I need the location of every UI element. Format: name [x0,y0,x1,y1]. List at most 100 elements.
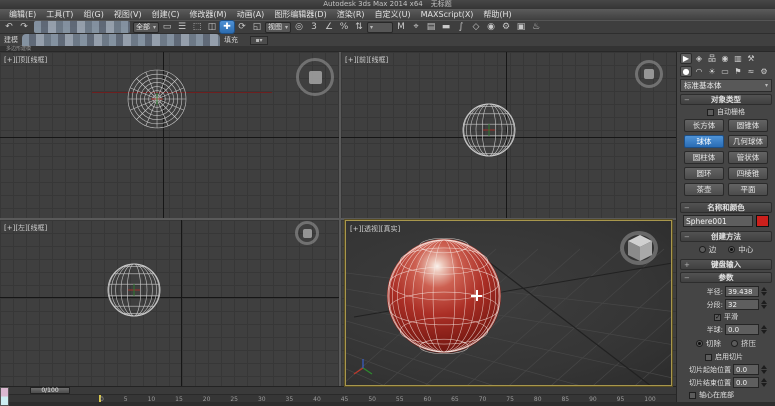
select-object-icon[interactable]: ▭ [160,21,174,33]
motion-tab[interactable]: ◉ [719,53,731,64]
menu-item[interactable]: 图形编辑器(D) [269,9,331,20]
subcategory-dropdown[interactable]: 标准基本体 [680,79,772,92]
object-type-button[interactable]: 圆柱体 [684,151,724,164]
window-crossing-icon[interactable]: ◫ [205,21,219,33]
track-bar[interactable]: 0510152025303540455055606570758085909510… [0,394,676,402]
rectangular-selection-region-icon[interactable]: ⬚ [190,21,204,33]
object-name-field[interactable]: Sphere001 [683,215,753,227]
curve-editor-icon[interactable]: ∫ [454,21,468,33]
enable-slice-checkbox[interactable] [705,354,712,361]
layer-manager-icon[interactable]: ▤ [424,21,438,33]
viewport-top[interactable]: [+][顶][线框] [0,52,339,218]
creation-method-radio[interactable]: 中心 [728,244,753,255]
ribbon-minimize-dropdown[interactable]: ▪▾ [250,36,268,45]
object-type-button[interactable]: 管状体 [728,151,768,164]
slice-from-spinner[interactable] [761,365,767,374]
align-icon[interactable]: ⌖ [409,21,423,33]
use-pivot-center-icon[interactable]: ◎ [292,21,306,33]
viewcube-cube[interactable] [628,235,652,261]
rollout-header[interactable]: − 对象类型 [680,94,772,105]
utilities-tab[interactable]: ⚒ [745,53,757,64]
collapse-icon[interactable]: − [684,204,690,212]
object-type-button[interactable]: 平面 [728,183,768,196]
selection-filter-dropdown[interactable]: 全部 [133,22,159,33]
segments-spinner[interactable] [761,300,767,309]
menu-item[interactable]: 工具(T) [41,9,78,20]
angle-snap-icon[interactable]: ∠ [322,21,336,33]
rollout-header[interactable]: − 创建方法 [680,231,772,242]
named-selection-dropdown[interactable] [367,22,393,33]
collapse-icon[interactable]: − [684,274,690,282]
viewcube[interactable] [295,221,319,245]
menu-item[interactable]: 动画(A) [232,9,270,20]
viewport-top-label[interactable]: [+][顶][线框] [4,55,47,65]
systems-category[interactable]: ⚙ [758,66,770,77]
render-setup-icon[interactable]: ⚙ [499,21,513,33]
menu-item[interactable]: 自定义(U) [370,9,416,20]
ribbon-tab-populate[interactable]: 填充 [220,35,242,45]
viewport-left[interactable]: [+][左][线框] [0,220,339,386]
collapse-icon[interactable]: − [684,96,690,104]
menu-item[interactable]: 组(G) [78,9,108,20]
shapes-category[interactable]: ◠ [693,66,705,77]
menu-item[interactable]: 帮助(H) [478,9,516,20]
select-and-scale-icon[interactable]: ◱ [250,21,264,33]
radius-field[interactable]: 39.438 [725,286,759,297]
hierarchy-tab[interactable]: 品 [706,53,718,64]
spacewarps-category[interactable]: ≈ [745,66,757,77]
creation-method-radio[interactable]: 边 [699,244,717,255]
undo-icon[interactable]: ↶ [2,21,16,33]
collapse-icon[interactable]: − [684,233,690,241]
viewcube[interactable] [296,58,334,96]
select-and-move-icon[interactable]: ✚ [220,21,234,33]
viewcube-face[interactable] [644,69,654,79]
menu-item[interactable]: 视图(V) [109,9,147,20]
viewcube-3d[interactable] [618,227,662,271]
menu-item[interactable]: MAXScript(X) [416,10,479,19]
hemisphere-field[interactable]: 0.0 [725,324,759,335]
object-type-button[interactable]: 圆环 [684,167,724,180]
percent-snap-icon[interactable]: % [337,21,351,33]
lights-category[interactable]: ☀ [706,66,718,77]
object-type-button[interactable]: 茶壶 [684,183,724,196]
viewport-front-label[interactable]: [+][前][线框] [345,55,388,65]
graphite-ribbon-toggle-icon[interactable]: ▬ [439,21,453,33]
slice-from-field[interactable]: 0.0 [733,364,759,375]
viewcube[interactable] [635,60,663,88]
cameras-category[interactable]: ▭ [719,66,731,77]
segments-field[interactable]: 32 [725,299,759,310]
ribbon-tab-modeling[interactable]: 建模 [0,35,22,45]
base-to-pivot-checkbox[interactable] [689,392,696,399]
viewport-front[interactable]: [+][前][线框] [341,52,676,218]
hemisphere-spinner[interactable] [761,325,767,334]
squash-radio[interactable]: 挤压 [731,338,756,349]
object-type-button[interactable]: 几何球体 [728,135,768,148]
menu-item[interactable]: 渲染(R) [332,9,370,20]
time-slider[interactable]: 0/100 [0,386,676,394]
slice-to-spinner[interactable] [761,378,767,387]
smooth-checkbox[interactable] [714,314,721,321]
menu-item[interactable]: 编辑(E) [4,9,41,20]
helpers-category[interactable]: ⚑ [732,66,744,77]
reference-coordinate-dropdown[interactable]: 视图 [265,22,291,33]
menu-item[interactable]: 创建(C) [147,9,185,20]
render-production-icon[interactable]: ♨ [529,21,543,33]
create-tab[interactable]: ▶ [680,53,692,64]
object-type-button[interactable]: 圆锥体 [728,119,768,132]
viewport-perspective-label[interactable]: [+][透视][真实] [350,224,400,234]
rollout-header[interactable]: − 名称和颜色 [680,202,772,213]
menu-item[interactable]: 修改器(M) [184,9,231,20]
viewport-perspective-active[interactable]: [+][透视][真实] [345,220,672,386]
viewcube-face[interactable] [309,71,322,84]
rendered-frame-icon[interactable]: ▣ [514,21,528,33]
snap-toggle-3d-icon[interactable]: 3 [307,21,321,33]
material-editor-icon[interactable]: ◉ [484,21,498,33]
slice-to-field[interactable]: 0.0 [733,377,759,388]
select-by-name-icon[interactable]: ☰ [175,21,189,33]
spinner-snap-icon[interactable]: ⇅ [352,21,366,33]
redo-icon[interactable]: ↷ [17,21,31,33]
time-slider-handle[interactable]: 0/100 [30,387,70,394]
rollout-header[interactable]: + 键盘输入 [680,259,772,270]
rollout-header[interactable]: − 参数 [680,272,772,283]
maxscript-mini-listener[interactable] [0,387,9,406]
